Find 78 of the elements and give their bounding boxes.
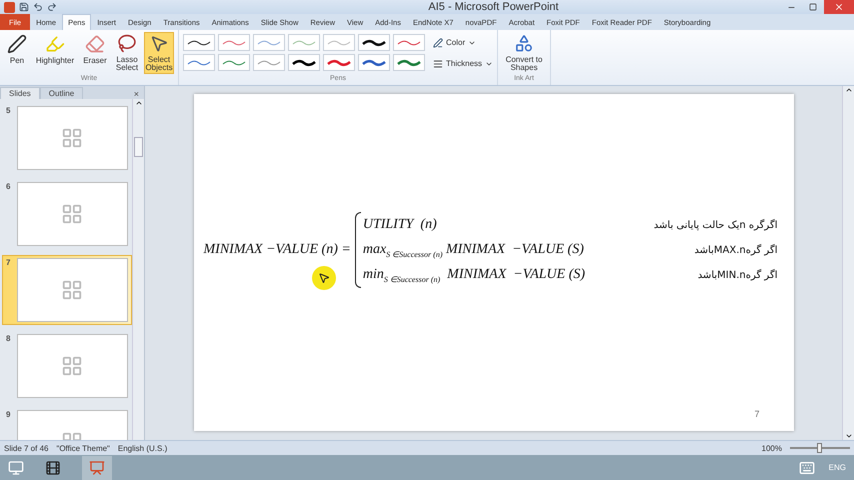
ribbon-tool-button[interactable]: Eraser bbox=[80, 32, 110, 74]
formula-text: min$_{S ∈Successor (n)}$ MINIMAX −VALUE (S) bbox=[362, 266, 586, 284]
slide-thumbnail-item[interactable]: 5 bbox=[2, 103, 132, 173]
formula-text: UTILITY (n) bbox=[362, 217, 437, 233]
presentation-icon bbox=[89, 460, 105, 476]
panel-tab[interactable]: Slides bbox=[0, 87, 40, 99]
pen-swatch[interactable] bbox=[183, 34, 215, 51]
eraser-icon bbox=[85, 34, 105, 54]
condition-text: اگر گرهMIN.nباشد bbox=[698, 270, 778, 280]
grid-icon bbox=[61, 127, 84, 149]
window-title: AI5 - Microsoft PowerPoint bbox=[427, 1, 559, 13]
ribbon-tool-button[interactable]: Select Objects bbox=[144, 32, 174, 74]
grid-icon bbox=[61, 279, 84, 301]
app-logo-icon bbox=[4, 2, 15, 12]
pen-swatch[interactable] bbox=[288, 34, 320, 51]
pen-swatch[interactable] bbox=[183, 54, 215, 71]
zoom-slider-thumb[interactable] bbox=[817, 443, 822, 453]
ribbon-tool-button[interactable]: Highlighter bbox=[32, 32, 78, 74]
scroll-down-icon[interactable] bbox=[844, 432, 852, 440]
page-number: 7 bbox=[754, 409, 760, 419]
slide-thumbnail-item[interactable]: 6 bbox=[2, 179, 132, 249]
pen-swatch[interactable] bbox=[323, 34, 355, 51]
close-button[interactable] bbox=[824, 0, 854, 14]
pen-swatch[interactable] bbox=[218, 54, 250, 71]
convert-to-shapes-button[interactable]: Convert to Shapes bbox=[502, 32, 546, 74]
lines-icon bbox=[433, 58, 443, 68]
scroll-up-icon[interactable] bbox=[134, 99, 142, 107]
slide-thumbnail-item[interactable]: 7 bbox=[2, 255, 132, 325]
film-icon bbox=[45, 460, 61, 476]
redo-icon[interactable] bbox=[47, 2, 57, 12]
thickness-button[interactable]: Thickness bbox=[433, 55, 494, 72]
close-icon bbox=[834, 2, 844, 12]
pen-swatch[interactable] bbox=[253, 34, 285, 51]
shapes-icon bbox=[514, 34, 534, 53]
select-icon bbox=[149, 34, 169, 53]
pen-icon bbox=[7, 34, 27, 54]
condition-text: اگر گرهMAX.nباشد bbox=[694, 244, 778, 256]
pen-line-icon bbox=[433, 38, 443, 48]
keyboard-icon[interactable] bbox=[798, 460, 815, 476]
scrollbar[interactable] bbox=[842, 86, 854, 440]
slide-number: 6 bbox=[6, 182, 12, 193]
scroll-thumb[interactable] bbox=[134, 137, 143, 157]
close-panel-button[interactable]: × bbox=[134, 89, 144, 99]
pen-swatch[interactable] bbox=[358, 54, 390, 71]
color-button[interactable]: Color bbox=[433, 34, 494, 51]
undo-icon[interactable] bbox=[33, 2, 43, 12]
slide-thumbnail-item[interactable]: 8 bbox=[2, 331, 132, 401]
pointer-icon bbox=[318, 272, 330, 284]
save-icon[interactable] bbox=[19, 2, 29, 12]
pen-swatch[interactable] bbox=[358, 34, 390, 51]
ribbon-tool-button[interactable]: Pen bbox=[4, 32, 30, 74]
slide-counter: Slide 7 of 46 bbox=[4, 444, 48, 452]
slide-number: 8 bbox=[6, 334, 12, 345]
panel-tab[interactable]: Outline bbox=[40, 87, 84, 99]
slide-number: 5 bbox=[6, 106, 12, 117]
pen-swatch[interactable] bbox=[393, 54, 425, 71]
pen-swatch[interactable] bbox=[393, 34, 425, 51]
ribbon-tool-button[interactable]: Lasso Select bbox=[112, 32, 142, 74]
formula-text: MINIMAX −VALUE (n) = bbox=[204, 242, 351, 258]
grid-icon bbox=[61, 355, 84, 377]
pen-swatch[interactable] bbox=[323, 54, 355, 71]
slide-thumbnail-item[interactable]: 9 bbox=[2, 407, 132, 440]
condition-text: اگرگره nیک حالت پایانی باشد bbox=[654, 220, 778, 230]
pen-swatch[interactable] bbox=[253, 54, 285, 71]
grid-icon bbox=[61, 203, 84, 225]
pen-swatch[interactable] bbox=[288, 54, 320, 71]
pen-swatch[interactable] bbox=[218, 34, 250, 51]
theme-name: "Office Theme" bbox=[56, 444, 110, 452]
lasso-icon bbox=[117, 34, 137, 53]
highlighter-icon bbox=[45, 34, 65, 54]
maximize-icon bbox=[809, 3, 817, 11]
formula-text: max$_{S ∈Successor (n)}$ MINIMAX −VALUE (S) bbox=[362, 242, 584, 258]
zoom-percent[interactable]: 100% bbox=[762, 444, 782, 452]
scrollbar[interactable] bbox=[132, 99, 144, 440]
slide-number: 7 bbox=[6, 258, 12, 269]
language-indicator[interactable]: English (U.S.) bbox=[118, 444, 168, 452]
scroll-up-icon[interactable] bbox=[844, 86, 852, 94]
slide-number: 9 bbox=[6, 410, 12, 421]
